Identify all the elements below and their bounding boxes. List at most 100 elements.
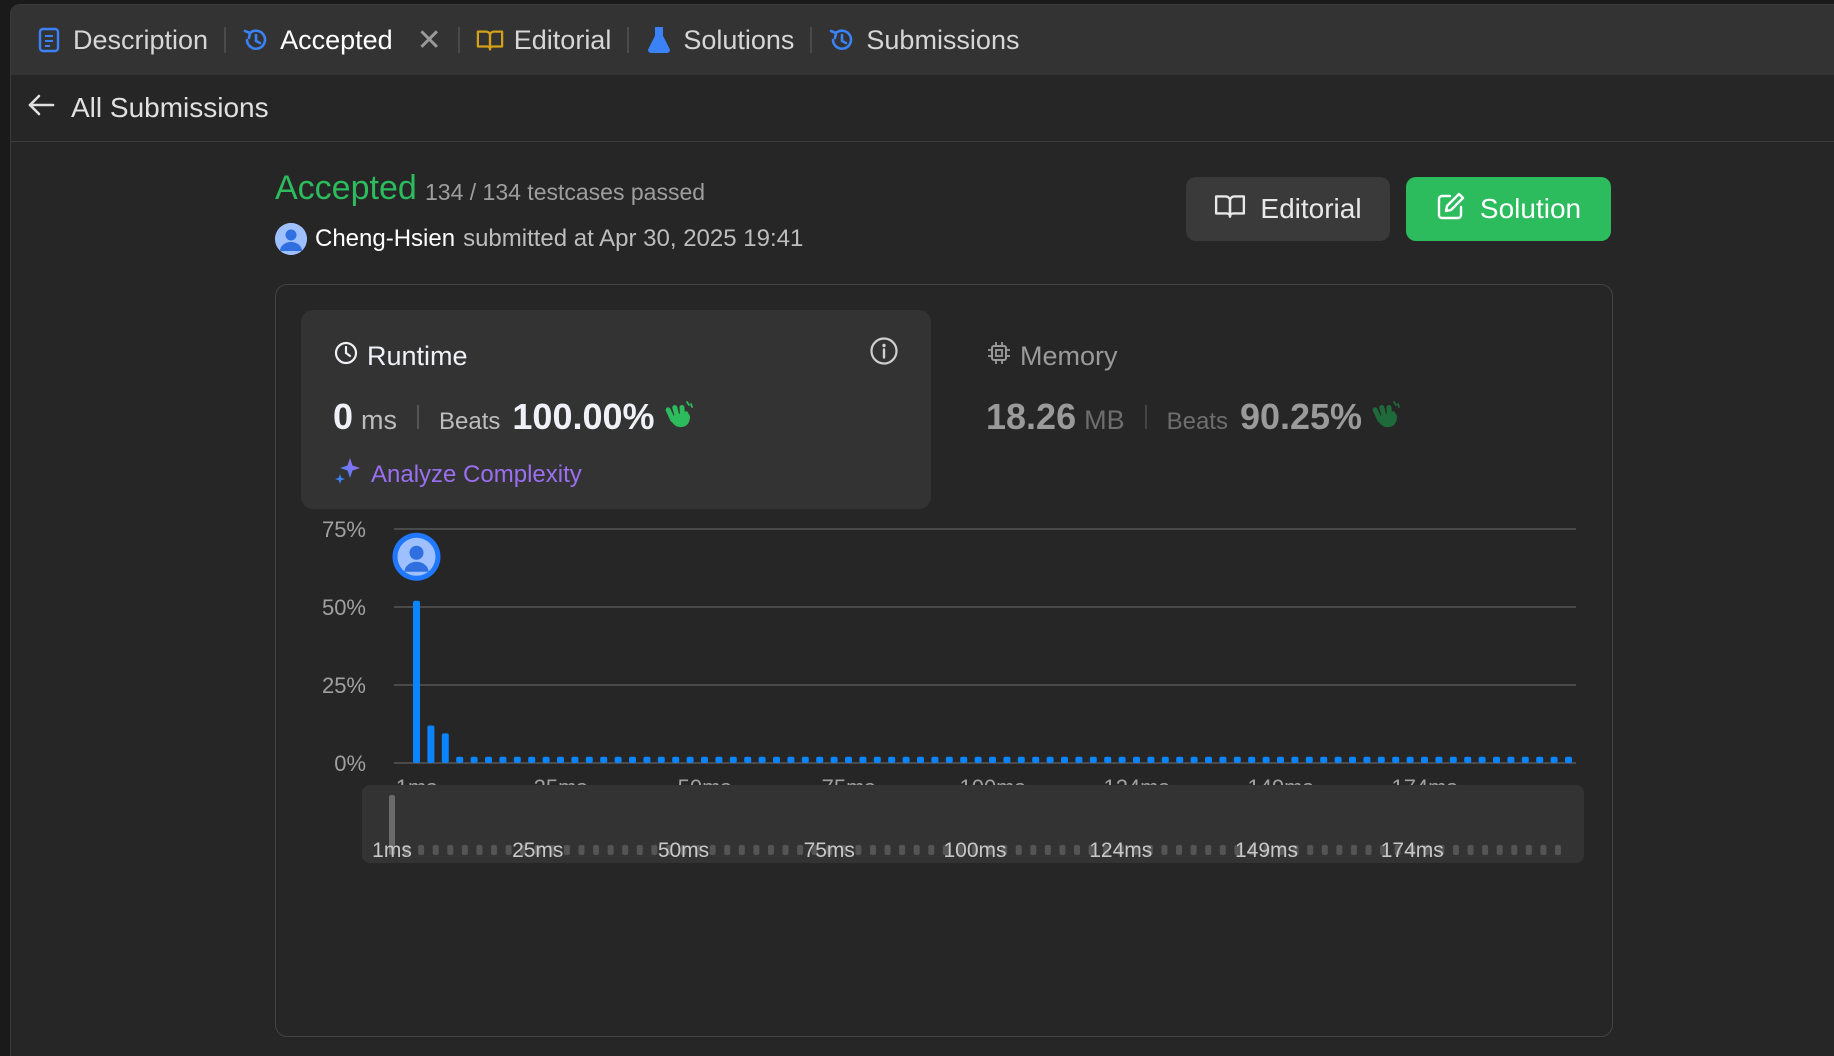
distribution-bar	[1406, 756, 1414, 763]
close-icon[interactable]: ✕	[417, 23, 442, 58]
overview-bar	[884, 845, 891, 855]
tab-solutions[interactable]: Solutions	[645, 25, 794, 56]
tab-label: Solutions	[683, 24, 795, 55]
memory-title: Memory	[986, 340, 1118, 373]
distribution-bar	[1320, 756, 1328, 763]
distribution-bar	[1521, 756, 1529, 763]
solution-button[interactable]: Solution	[1406, 177, 1611, 241]
book-icon	[1214, 192, 1246, 227]
overview-tick-label: 174ms	[1381, 839, 1444, 862]
overview-tick-label: 1ms	[372, 839, 412, 862]
tab-divider	[224, 27, 227, 53]
solution-button-label: Solution	[1479, 193, 1582, 224]
distribution-bar	[715, 756, 723, 763]
distribution-bar	[557, 756, 564, 763]
distribution-bar	[1104, 756, 1112, 763]
tab-label: Description	[73, 24, 209, 55]
overview-tick-label: 50ms	[658, 839, 709, 862]
all-submissions-link[interactable]: All Submissions	[27, 92, 269, 124]
distribution-bar	[931, 756, 939, 763]
distribution-bar	[1305, 756, 1313, 763]
tab-editorial[interactable]: Editorial	[476, 25, 611, 56]
overview-bar	[913, 845, 920, 855]
distribution-bar	[917, 756, 924, 763]
distribution-bar	[1003, 756, 1011, 763]
runtime-beats-label: Beats	[439, 408, 501, 435]
distribution-bar	[1032, 756, 1040, 763]
distribution-bar	[571, 756, 579, 763]
avatar[interactable]	[275, 223, 307, 255]
tab-label: Accepted	[280, 24, 393, 55]
runtime-beats-pct: 100.00%	[512, 396, 655, 437]
overview-bar	[899, 845, 906, 855]
memory-label: Memory	[1020, 341, 1118, 371]
distribution-bar	[1464, 756, 1472, 763]
editor-panel: Description Accepted ✕ Editorial Solutio…	[10, 4, 1834, 1056]
runtime-card[interactable]: Runtime 0 ms Beats 100.00% Analyze Compl…	[301, 310, 931, 509]
distribution-bar	[830, 756, 838, 763]
overview-bar	[578, 845, 585, 855]
distribution-bar	[1421, 756, 1428, 763]
analyze-complexity-label: Analyze Complexity	[371, 460, 582, 488]
overview-tick-label: 149ms	[1235, 839, 1298, 862]
distribution-bar	[1061, 756, 1068, 763]
distribution-bar	[1233, 756, 1241, 763]
memory-beats-label: Beats	[1166, 408, 1228, 435]
distribution-bar	[845, 756, 852, 763]
tab-submissions[interactable]: Submissions	[828, 25, 1019, 56]
tab-description[interactable]: Description	[35, 25, 208, 56]
overview-bar	[1540, 845, 1547, 855]
overview-bar	[724, 845, 731, 855]
distribution-bar	[542, 756, 550, 763]
distribution-bar	[701, 756, 708, 763]
overview-bar	[1176, 845, 1183, 855]
overview-bar	[1467, 845, 1474, 855]
tab-label: Submissions	[866, 24, 1020, 55]
overview-bar	[432, 845, 439, 855]
info-icon[interactable]	[869, 336, 899, 371]
y-tick-label: 25%	[322, 673, 366, 698]
overview-bar	[782, 845, 789, 855]
overview-bar	[1190, 845, 1197, 855]
distribution-bar	[1089, 756, 1097, 763]
runtime-distribution-chart[interactable]: 75% 50% 25% 0% 1ms 25ms 50ms 75ms 100ms 124ms 149m…	[276, 515, 1612, 1035]
description-icon	[35, 26, 63, 54]
performance-panel: Runtime 0 ms Beats 100.00% Analyze Compl…	[275, 284, 1613, 1037]
overview-bar	[767, 845, 774, 855]
metric-divider	[417, 405, 420, 429]
history-icon	[242, 26, 270, 54]
all-submissions-label: All Submissions	[71, 92, 269, 123]
distribution-bar	[499, 756, 507, 763]
tab-divider	[810, 27, 813, 53]
distribution-bar	[1291, 756, 1299, 763]
distribution-bar	[1449, 756, 1457, 763]
distribution-bar	[456, 756, 464, 763]
overview-bar	[1044, 845, 1051, 855]
distribution-bar	[1363, 756, 1371, 763]
distribution-bar	[686, 756, 694, 763]
y-tick-label: 75%	[322, 517, 366, 542]
distribution-bar	[1277, 756, 1284, 763]
distribution-bar	[1507, 756, 1515, 763]
distribution-bar	[888, 756, 896, 763]
tab-accepted[interactable]: Accepted ✕	[242, 23, 442, 58]
memory-card[interactable]: Memory 18.26 MB Beats 90.25%	[986, 310, 1546, 509]
distribution-bar	[1377, 756, 1385, 763]
overview-bar	[1307, 845, 1314, 855]
submission-author: Cheng-Hsien submitted at Apr 30, 2025 19…	[275, 223, 803, 255]
distribution-bar	[1176, 756, 1184, 763]
testcases-passed: 134 / 134 testcases passed	[425, 179, 706, 205]
edit-icon	[1436, 191, 1466, 228]
distribution-bar	[413, 600, 420, 763]
analyze-complexity-link[interactable]: Analyze Complexity	[333, 456, 582, 493]
distribution-bar	[1075, 756, 1083, 763]
author-name[interactable]: Cheng-Hsien	[315, 225, 455, 253]
overview-bar	[738, 845, 745, 855]
editorial-button[interactable]: Editorial	[1186, 177, 1390, 241]
distribution-bar	[485, 756, 492, 763]
distribution-bar	[1161, 756, 1169, 763]
chip-icon	[986, 340, 1012, 373]
distribution-bar	[1435, 756, 1443, 763]
distribution-bar	[585, 756, 593, 763]
distribution-bar	[1565, 756, 1572, 763]
